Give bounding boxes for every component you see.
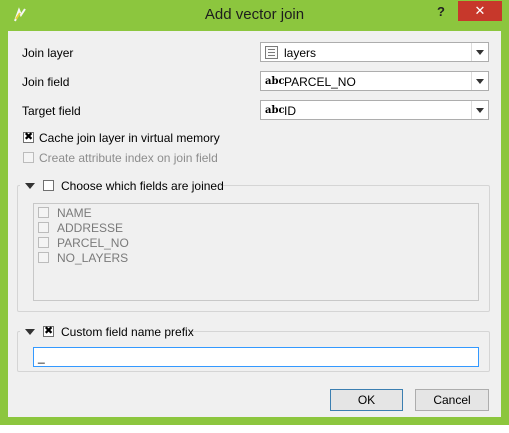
fields-list[interactable]: NAME ADDRESSE PARCEL_NO NO_LAYERS xyxy=(33,203,479,301)
help-button[interactable]: ? xyxy=(430,2,452,22)
dialog-body: Join layer layers Join field abc PARCEL_… xyxy=(8,31,501,417)
field-checkbox-addresse[interactable] xyxy=(38,222,49,233)
cache-label: Cache join layer in virtual memory xyxy=(39,131,220,145)
index-label: Create attribute index on join field xyxy=(39,151,218,165)
target-field-value: ID xyxy=(284,104,296,118)
string-type-icon: abc xyxy=(265,76,285,87)
join-field-value: PARCEL_NO xyxy=(284,75,356,89)
prefix-input[interactable]: _ xyxy=(33,347,479,367)
fields-group-title: Choose which fields are joined xyxy=(61,179,224,193)
collapse-arrow-icon[interactable] xyxy=(25,329,35,335)
list-item: NAME xyxy=(57,206,92,220)
join-layer-label: Join layer xyxy=(22,46,74,60)
window-frame-right xyxy=(501,0,509,425)
target-field-label: Target field xyxy=(22,104,81,118)
chevron-down-icon[interactable] xyxy=(471,43,488,61)
list-item: NO_LAYERS xyxy=(57,251,129,265)
fields-group-checkbox[interactable] xyxy=(43,180,54,191)
list-item: ADDRESSE xyxy=(57,221,124,235)
window-frame-left xyxy=(0,0,8,425)
field-checkbox-no-layers[interactable] xyxy=(38,252,49,263)
list-item: PARCEL_NO xyxy=(57,236,129,250)
field-checkbox-parcel-no[interactable] xyxy=(38,237,49,248)
title-bar[interactable]: Add vector join ? ✕ xyxy=(0,0,509,31)
cancel-button[interactable]: Cancel xyxy=(415,389,489,411)
join-field-select[interactable]: abc PARCEL_NO xyxy=(260,71,489,91)
cache-checkbox[interactable]: ✖ xyxy=(23,131,34,143)
chevron-down-icon[interactable] xyxy=(471,101,488,119)
close-button[interactable]: ✕ xyxy=(458,1,502,21)
add-vector-join-dialog: Add vector join ? ✕ Join layer layers Jo… xyxy=(0,0,509,433)
chevron-down-icon[interactable] xyxy=(471,72,488,90)
vector-table-icon xyxy=(265,46,278,59)
checkmark-icon: ✖ xyxy=(44,325,54,337)
string-type-icon: abc xyxy=(265,105,285,116)
index-checkbox[interactable] xyxy=(23,152,34,163)
prefix-group-title: Custom field name prefix xyxy=(61,325,194,339)
prefix-group-checkbox[interactable]: ✖ xyxy=(43,325,54,337)
join-layer-select[interactable]: layers xyxy=(260,42,489,62)
target-field-select[interactable]: abc ID xyxy=(260,100,489,120)
collapse-arrow-icon[interactable] xyxy=(25,183,35,189)
join-field-label: Join field xyxy=(22,75,70,89)
field-checkbox-name[interactable] xyxy=(38,207,49,218)
window-frame-bottom xyxy=(0,417,509,425)
join-layer-value: layers xyxy=(284,46,317,60)
ok-button[interactable]: OK xyxy=(330,389,403,411)
checkmark-icon: ✖ xyxy=(24,131,34,143)
